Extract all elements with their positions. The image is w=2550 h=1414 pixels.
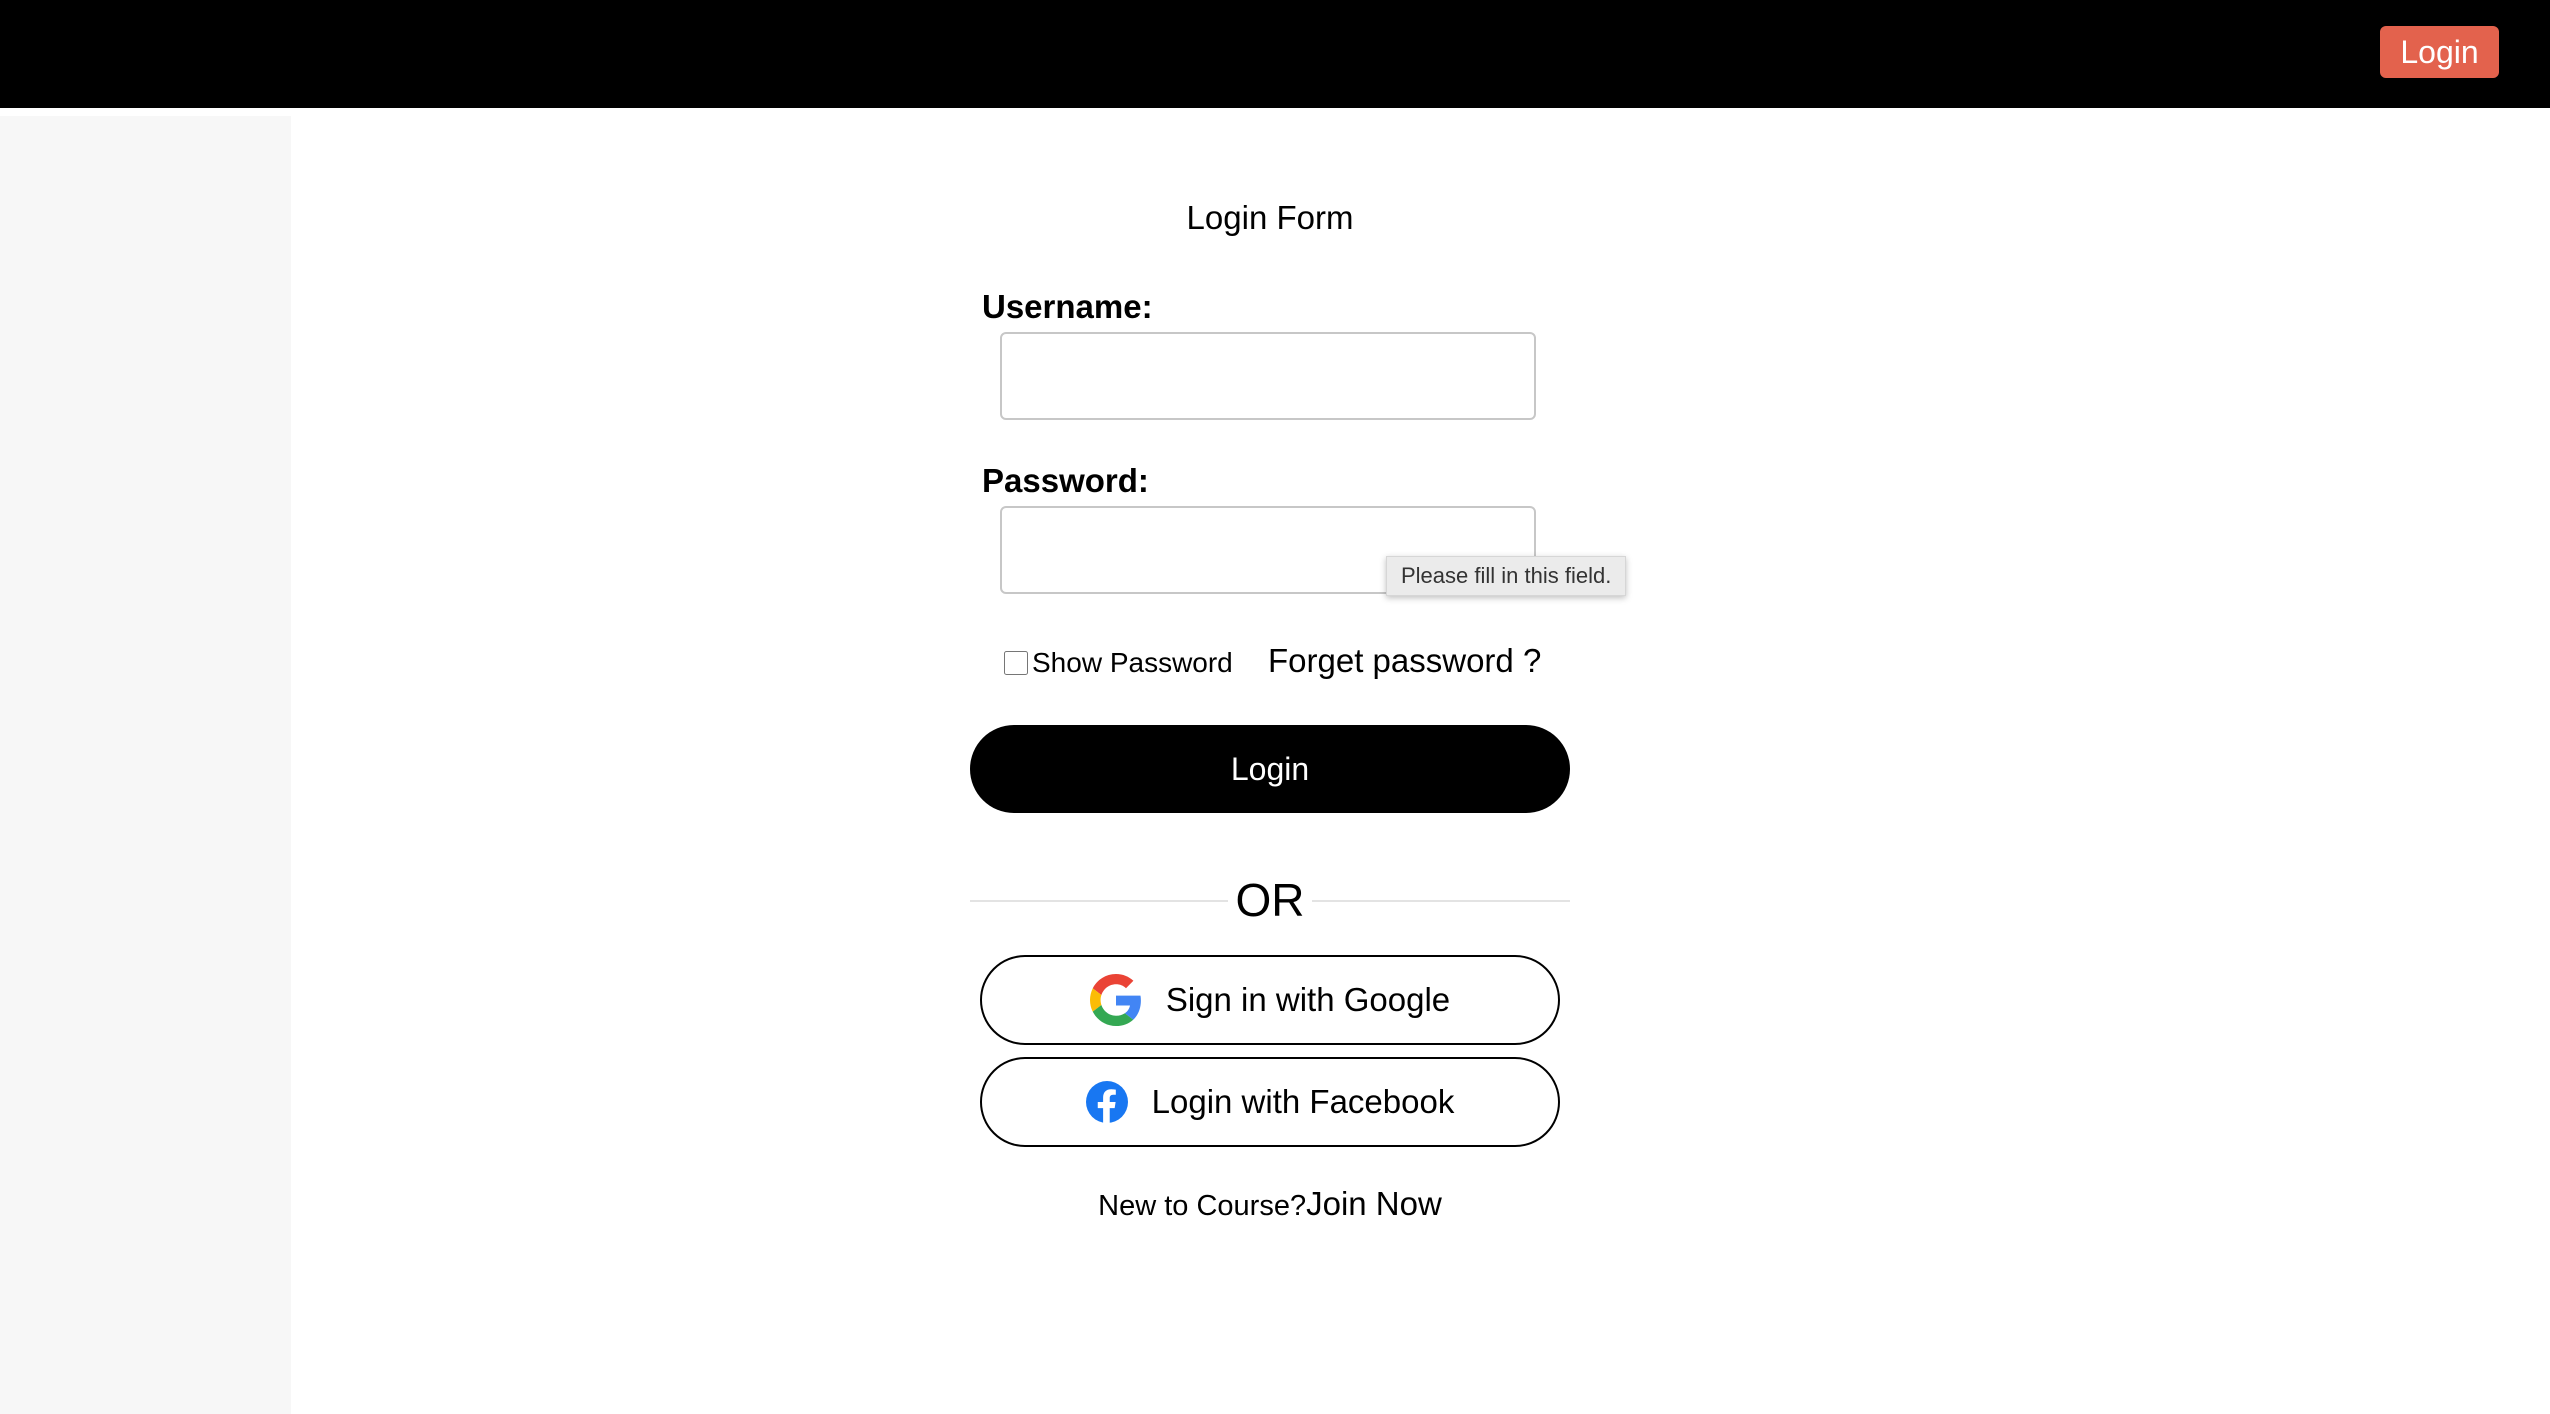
google-icon [1089, 974, 1142, 1026]
facebook-icon [1085, 1081, 1128, 1123]
google-signin-button[interactable]: Sign in with Google [980, 955, 1560, 1045]
join-now-link[interactable]: Join Now [1306, 1185, 1442, 1222]
divider-line-right [1312, 900, 1570, 902]
top-navbar: Login [0, 0, 2550, 108]
username-input[interactable] [1000, 332, 1536, 420]
password-label: Password: [982, 462, 1149, 499]
show-password-toggle[interactable]: Show Password [1004, 645, 1233, 681]
show-password-checkbox[interactable] [1004, 651, 1028, 675]
or-divider: OR [970, 870, 1570, 930]
join-row: New to Course?Join Now [970, 1185, 1570, 1223]
forget-password-link[interactable]: Forget password ? [1268, 642, 1541, 680]
facebook-login-button[interactable]: Login with Facebook [980, 1057, 1560, 1147]
username-label: Username: [982, 288, 1153, 325]
new-user-text: New to Course? [1098, 1190, 1307, 1222]
google-button-label: Sign in with Google [1165, 981, 1451, 1018]
sidebar [0, 116, 291, 1414]
show-password-label: Show Password [1032, 647, 1233, 678]
login-button[interactable]: Login [970, 725, 1570, 813]
facebook-button-label: Login with Facebook [1151, 1083, 1455, 1120]
form-title: Login Form [1186, 199, 1354, 236]
validation-tooltip: Please fill in this field. [1386, 556, 1627, 596]
header-login-button[interactable]: Login [2380, 26, 2499, 78]
